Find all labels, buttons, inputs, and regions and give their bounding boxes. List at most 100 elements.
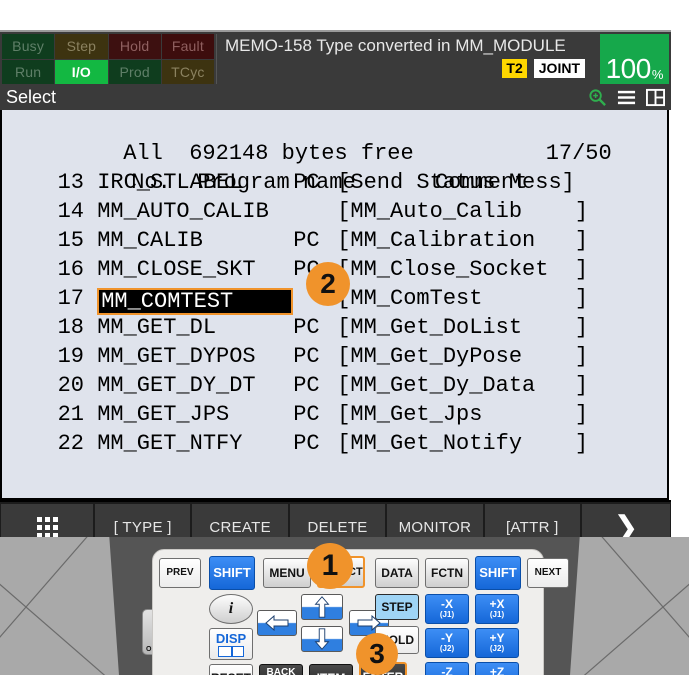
status-led-hold: Hold	[108, 34, 161, 59]
row-type: PC	[293, 228, 320, 253]
axis-sub-label: (J1)	[439, 610, 455, 619]
row-number: 18	[57, 315, 84, 340]
table-row[interactable]: 18 MM_GET_DL PC [MM_Get_DoList ]	[2, 313, 667, 342]
row-number: 14	[57, 199, 84, 224]
row-program-name: MM_GET_NTFY	[97, 431, 243, 456]
message-box[interactable]: MEMO-158 Type converted in MM_MODULE T2 …	[216, 34, 591, 84]
key-shift-right[interactable]: SHIFT	[475, 556, 521, 590]
row-number: 16	[57, 257, 84, 282]
row-type: PC	[293, 431, 320, 456]
row-comment: [MM_Auto_Calib ]	[337, 199, 589, 224]
row-type: PC	[293, 344, 320, 369]
row-program-name: MM_GET_DL	[97, 315, 217, 340]
step-badge-3: 3	[356, 633, 398, 675]
key-arrow-up[interactable]	[301, 594, 343, 620]
key-item[interactable]: ITEM	[309, 664, 353, 675]
key-disp[interactable]: DISP	[209, 628, 253, 660]
key-data[interactable]: DATA	[375, 558, 419, 588]
summary-free: 692148 bytes free	[189, 141, 414, 166]
step-badge-2: 2	[306, 262, 350, 306]
status-led-busy: Busy	[2, 34, 55, 59]
zoom-icon[interactable]	[588, 88, 607, 107]
key-backspace[interactable]: BACK SPACE	[259, 664, 303, 675]
key-axis-plus-x[interactable]: +X (J1)	[475, 594, 519, 624]
status-bar: Busy Step Hold Fault Run I/O Prod TCyc MEMO-158…	[0, 30, 671, 84]
screen-title-bar: Select	[0, 84, 671, 110]
row-comment: [MM_Get_Notify ]	[337, 431, 589, 456]
key-step[interactable]: STEP	[375, 594, 419, 620]
layout-icon[interactable]	[646, 88, 665, 107]
status-led-fault: Fault	[161, 34, 214, 59]
summary-count: 17/50	[545, 141, 612, 166]
row-comment: [MM_Get_DyPose ]	[337, 344, 589, 369]
status-led-run: Run	[2, 59, 55, 84]
arrow-left-icon	[265, 615, 289, 631]
axis-main-label: -Z	[441, 665, 453, 675]
arrow-up-icon	[314, 596, 330, 618]
row-number: 15	[57, 228, 84, 253]
pendant-left-grip	[0, 537, 120, 675]
axis-main-label: +Y	[489, 631, 505, 645]
row-program-name: MM_CALIB	[97, 228, 203, 253]
row-comment: [MM_Close_Socket ]	[337, 257, 589, 282]
row-type: PC	[293, 315, 320, 340]
row-program-name: MM_COMTEST	[97, 288, 294, 315]
key-axis-plus-y[interactable]: +Y (J2)	[475, 628, 519, 658]
key-info[interactable]: i	[209, 594, 253, 624]
coord-badge: JOINT	[533, 59, 585, 78]
table-row[interactable]: 13 IRC_STLABEL PC [Send Status Mess]	[2, 168, 667, 197]
row-program-name: MM_GET_JPS	[97, 402, 230, 427]
step-badge-1: 1	[307, 543, 353, 589]
key-arrow-left[interactable]	[257, 610, 297, 636]
key-axis-minus-y[interactable]: -Y (J2)	[425, 628, 469, 658]
row-number: 20	[57, 373, 84, 398]
table-row[interactable]: 22 MM_GET_NTFY PC [MM_Get_Notify ]	[2, 429, 667, 458]
status-led-tcyc: TCyc	[161, 59, 214, 84]
key-disp-label: DISP	[215, 630, 247, 646]
key-axis-minus-z[interactable]: -Z(J3)	[425, 662, 469, 675]
row-number: 22	[57, 431, 84, 456]
row-comment: [MM_Get_Jps ]	[337, 402, 589, 427]
table-row[interactable]: 21 MM_GET_JPS PC [MM_Get_Jps ]	[2, 400, 667, 429]
row-number: 19	[57, 344, 84, 369]
table-row[interactable]: 19 MM_GET_DYPOS PC [MM_Get_DyPose ]	[2, 342, 667, 371]
grid-menu-icon	[36, 517, 58, 538]
status-led-i-o: I/O	[55, 59, 108, 84]
axis-sub-label: (J2)	[439, 644, 455, 653]
row-comment: [MM_Calibration ]	[337, 228, 589, 253]
mode-badge: T2	[502, 59, 527, 78]
row-number: 21	[57, 402, 84, 427]
axis-main-label: +X	[489, 597, 505, 611]
key-shift-left[interactable]: SHIFT	[209, 556, 255, 590]
override-indicator[interactable]: 100 %	[600, 34, 669, 84]
row-number: 17	[57, 286, 84, 311]
list-summary-row: All 692148 bytes free 17/50	[2, 110, 667, 166]
row-type: PC	[293, 373, 320, 398]
key-menu[interactable]: MENU	[263, 558, 311, 588]
table-row[interactable]: 15 MM_CALIB PC [MM_Calibration ]	[2, 226, 667, 255]
key-axis-minus-x[interactable]: -X (J1)	[425, 594, 469, 624]
status-led-grid: Busy Step Hold Fault Run I/O Prod TCyc	[2, 34, 214, 84]
override-unit: %	[651, 67, 664, 82]
table-row[interactable]: 14 MM_AUTO_CALIB [MM_Auto_Calib ]	[2, 197, 667, 226]
key-fctn[interactable]: FCTN	[425, 558, 469, 588]
menu-icon[interactable]	[617, 88, 636, 107]
page-title: Select	[6, 87, 57, 107]
row-program-name: IRC_STLABEL	[97, 170, 243, 195]
row-type: PC	[293, 402, 320, 427]
status-led-prod: Prod	[108, 59, 161, 84]
table-row[interactable]: 20 MM_GET_DY_DT PC [MM_Get_Dy_Data ]	[2, 371, 667, 400]
key-axis-plus-z[interactable]: +Z(J3)	[475, 662, 519, 675]
key-reset[interactable]: RESET	[209, 664, 253, 675]
program-rows: 13 IRC_STLABEL PC [Send Status Mess] 14 MM_…	[2, 168, 667, 458]
axis-sub-label: (J1)	[489, 610, 505, 619]
override-value: 100	[605, 53, 652, 84]
pendant-right-grip	[569, 537, 689, 675]
title-icon-group	[588, 88, 665, 107]
row-program-name: MM_AUTO_CALIB	[97, 199, 269, 224]
axis-main-label: -X	[440, 597, 453, 611]
key-prev[interactable]: PREV	[159, 558, 201, 588]
key-arrow-down[interactable]	[301, 626, 343, 652]
row-comment: [MM_ComTest ]	[337, 286, 589, 311]
key-next[interactable]: NEXT	[527, 558, 569, 588]
